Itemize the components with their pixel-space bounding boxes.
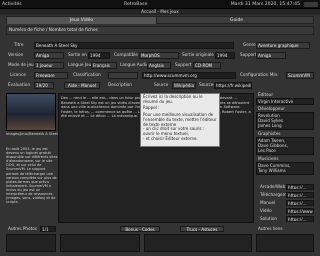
list-item[interactable]: James Long xyxy=(257,123,313,128)
developpeur-list[interactable]: Revolution David Sykes James Long xyxy=(256,112,314,130)
description-tooltip: Écrivez ici la description ou le résumé … xyxy=(140,93,220,147)
system-tray-icon[interactable] xyxy=(304,2,318,7)
support2-label: Support xyxy=(175,62,192,67)
genre-label: Genre xyxy=(243,42,256,47)
tab-jeux-video[interactable]: Jeux Vidéo xyxy=(7,17,157,24)
support2-select[interactable]: CD-ROM xyxy=(193,62,221,69)
list-item[interactable]: Tony Williams xyxy=(257,168,313,173)
sortie-originale-field[interactable]: 1994 xyxy=(215,52,235,59)
evaluation-select[interactable]: 19/20 xyxy=(34,82,54,89)
trucs-astuces-area[interactable] xyxy=(144,234,252,252)
sortie-field[interactable]: 1994 xyxy=(88,52,110,59)
trucs-astuces-button[interactable]: Trucs - Astuces xyxy=(180,226,224,232)
editeur-value: Virgin Interactive xyxy=(258,99,294,104)
video-label: Vidéo xyxy=(260,208,272,213)
musiciens-list[interactable]: Dave Cummins, Tony Williams xyxy=(256,162,314,175)
list-item[interactable]: Les Pace xyxy=(257,148,313,153)
record-counter: Numéro de fiche / Nombre total de fiches xyxy=(6,26,314,35)
config-select[interactable]: ScummVM xyxy=(286,72,314,79)
solution-url[interactable]: https://... xyxy=(286,216,314,222)
genre-select[interactable]: Aventure graphique xyxy=(256,42,310,49)
classification-label: Classification xyxy=(73,72,101,77)
photo-thumbnail[interactable] xyxy=(6,234,56,252)
title-label: Titre xyxy=(14,42,24,47)
main-tabs: Jeux Vidéo Guide xyxy=(6,16,314,24)
version-label: Version xyxy=(8,52,24,57)
version-select[interactable]: Amiga xyxy=(34,52,64,59)
langue-jeu-label: Langue Jeu xyxy=(68,62,92,67)
system-top-bar: Activités RetroBase Mardi 31 Mars 2020, … xyxy=(0,0,320,9)
arcade-url[interactable]: https://... xyxy=(286,184,314,190)
support-label: Support xyxy=(240,52,257,57)
support-select[interactable]: Amiga xyxy=(256,52,286,59)
graphistes-list[interactable]: Adam Tween, Dave Gibbons, Les Pace xyxy=(256,137,314,155)
langue-audio-label: Langue Audio xyxy=(120,62,149,67)
sources-url-field[interactable]: https://fr.wikipedia.org/wiki/Beneath_A_… xyxy=(214,82,252,89)
solution-label: Solution xyxy=(260,216,278,221)
image-path: images/jeux/Beneath A Steel Sky (Amiga).… xyxy=(6,132,58,136)
editeur-field[interactable]: Virgin Interactive xyxy=(256,98,314,105)
title-field[interactable]: Beneath A Steel Sky xyxy=(34,42,234,49)
video-url[interactable]: https://www.youtube... xyxy=(286,208,314,214)
tooltip-line-3: Pour une meilleure visualisation de l'en… xyxy=(143,112,217,127)
left-description-text: En août 2003, le jeu est devenu un logic… xyxy=(6,147,58,205)
website-url-field[interactable]: http://www.scummvm.org xyxy=(142,72,236,79)
licence-select[interactable]: Freeware xyxy=(34,72,68,79)
activities-button[interactable]: Activités xyxy=(2,0,22,9)
bonus-codes-button[interactable]: Bonus - Codes xyxy=(120,226,160,232)
bonus-codes-area[interactable] xyxy=(60,234,140,252)
game-screenshot[interactable] xyxy=(6,93,56,131)
source-label: Source xyxy=(154,82,169,87)
sortie-originale-label: Sortie originale xyxy=(182,52,214,57)
tooltip-line-2: Rappel : xyxy=(143,105,160,111)
mode-label: Mode de jeu xyxy=(8,62,34,67)
autres-liens-area[interactable] xyxy=(256,234,314,252)
window-title: Accueil - Mes jeux xyxy=(0,9,320,15)
config-label: Configuration Min. xyxy=(240,72,279,77)
tooltip-line-5: - et choisir Éditeur externe. xyxy=(143,135,198,141)
aide-manuel-button[interactable]: Aide - Manuel xyxy=(64,82,100,89)
compat-label: Compatible xyxy=(114,52,138,57)
arcade-label: Arcade/Web xyxy=(260,184,286,189)
tooltip-line-1: Écrivez ici la description ou le résumé … xyxy=(143,94,203,104)
source-select[interactable]: Wikipédia xyxy=(172,82,196,89)
mode-select[interactable]: 1 joueur xyxy=(34,62,64,69)
sortie-label: Sortie en xyxy=(68,52,87,57)
langue-jeu-select[interactable]: Français xyxy=(91,62,117,69)
classification-select[interactable] xyxy=(108,72,138,79)
compat-select[interactable]: MorphOS xyxy=(139,52,179,59)
autres-photos-label: Autres Photos xyxy=(8,226,38,231)
clock[interactable]: Mardi 31 Mars 2020, 15:47:45 xyxy=(231,0,300,9)
description-label: Description xyxy=(108,82,132,87)
autres-liens-label: Autres liens xyxy=(258,226,283,231)
manuel-url[interactable]: https://... xyxy=(286,200,314,206)
licence-label: Licence xyxy=(10,72,26,77)
tab-guide[interactable]: Guide xyxy=(159,17,314,24)
langue-audio-select[interactable]: Anglais xyxy=(147,62,171,69)
app-name: RetroBase xyxy=(124,2,148,7)
photo-page-field[interactable]: 1/1 xyxy=(40,226,56,232)
manuel-label: Manuel xyxy=(260,200,276,205)
telechargement-url[interactable]: https://... xyxy=(286,192,314,198)
evaluation-label: Évaluation xyxy=(8,82,31,87)
